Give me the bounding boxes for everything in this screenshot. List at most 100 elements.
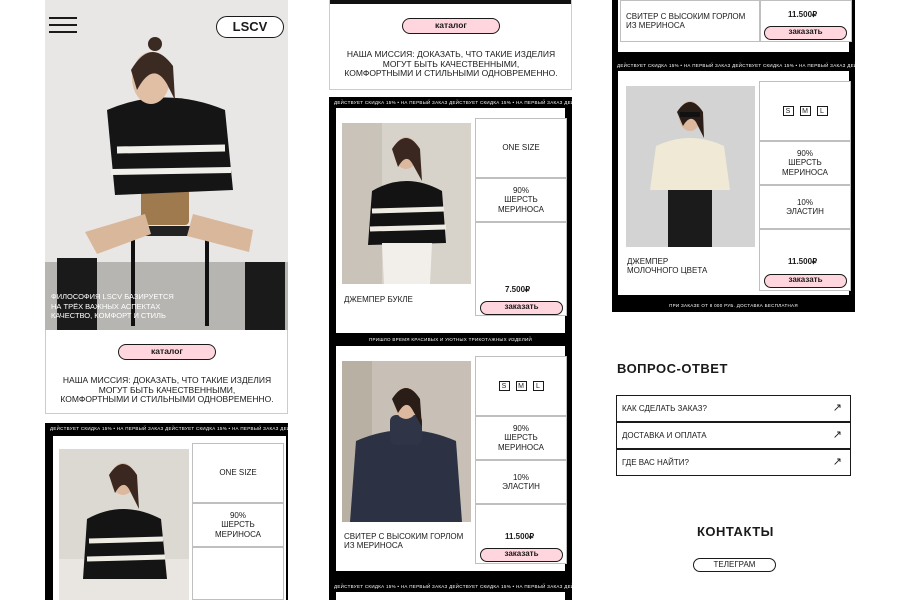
ticker-text: ДЕЙСТВУЕТ СКИДКА 15% • НА ПЕРВЫЙ ЗАКАЗ Д…	[334, 100, 572, 105]
composition-line: 90%	[796, 148, 813, 158]
hero-illustration	[45, 0, 288, 330]
wool-cell: 90% ШЕРСТЬ МЕРИНОСА	[759, 141, 851, 185]
composition-line: ЭЛАСТИН	[502, 482, 540, 491]
size-cell: ONE SIZE	[192, 443, 284, 503]
faq-item-location[interactable]: ГДЕ ВАС НАЙТИ? ↗	[616, 449, 851, 476]
composition-line: ШЕРСТЬ	[504, 195, 538, 205]
mission-line: КОМФОРТНЫМИ И СТИЛЬНЫМИ ОДНОВРЕМЕННО.	[344, 68, 558, 78]
empty-cell	[192, 547, 284, 600]
composition-line: 90%	[512, 423, 529, 433]
catalog-button[interactable]: каталог	[402, 18, 500, 34]
product-name-line: СВИТЕР С ВЫСОКИМ ГОРЛОМ	[626, 11, 746, 21]
product-photo-boucle	[59, 449, 189, 600]
product-name-line: ИЗ МЕРИНОСА	[344, 541, 403, 550]
sizes-cell: S M L	[475, 356, 567, 416]
logo[interactable]: LSCV	[216, 16, 284, 38]
order-button[interactable]: заказать	[480, 301, 563, 315]
composition-line: ШЕРСТЬ	[504, 433, 538, 443]
product-card-next	[336, 592, 565, 600]
hero-photo	[45, 0, 288, 330]
discount-ticker: ДЕЙСТВУЕТ СКИДКА 15% • НА ПЕРВЫЙ ЗАКАЗ Д…	[329, 581, 572, 592]
size-option-l[interactable]: L	[532, 381, 544, 391]
discount-ticker: ДЕЙСТВУЕТ СКИДКА 15% • НА ПЕРВЫЙ ЗАКАЗ Д…	[45, 423, 288, 434]
discount-ticker: ДЕЙСТВУЕТ СКИДКА 15% • НА ПЕРВЫЙ ЗАКАЗ Д…	[612, 60, 855, 71]
hero-caption-line: НА ТРЁХ ВАЖНЫХ АСПЕКТАХ	[51, 301, 161, 311]
composition-line: 10%	[796, 197, 813, 207]
size-option-m[interactable]: M	[799, 106, 811, 116]
size-option-s[interactable]: S	[782, 106, 794, 116]
faq-item-how-to-order[interactable]: КАК СДЕЛАТЬ ЗАКАЗ? ↗	[616, 395, 851, 422]
catalog-button[interactable]: каталог	[118, 344, 216, 360]
product-name-line: ИЗ МЕРИНОСА	[626, 21, 685, 30]
faq-title: ВОПРОС-ОТВЕТ	[617, 361, 728, 376]
size-option-l[interactable]: L	[816, 106, 828, 116]
product-name-line: СВИТЕР С ВЫСОКИМ ГОРЛОМ	[344, 532, 464, 541]
product-name: ДЖЕМПЕР БУКЛЕ	[344, 295, 413, 304]
contacts-title: КОНТАКТЫ	[697, 524, 774, 539]
boucle-illustration	[342, 123, 471, 284]
sizes-cell: S M L	[759, 81, 851, 141]
composition-line: МЕРИНОСА	[497, 204, 545, 214]
size-cell: ONE SIZE	[475, 118, 567, 178]
boucle-illustration	[59, 449, 189, 600]
hero-caption: ФИЛОСОФИЯ LSCV БАЗИРУЕТСЯ НА ТРЁХ ВАЖНЫХ…	[51, 292, 221, 321]
composition-line: МЕРИНОСА	[497, 442, 545, 452]
name-cell: СВИТЕР С ВЫСОКИМ ГОРЛОМ ИЗ МЕРИНОСА	[620, 0, 760, 42]
wool-cell: 90% ШЕРСТЬ МЕРИНОСА	[475, 416, 567, 460]
menu-icon[interactable]	[49, 17, 77, 33]
composition-line: 90%	[512, 185, 529, 195]
turtleneck-illustration	[342, 361, 471, 522]
column-home: LSCV ФИЛОСОФИЯ LSCV БАЗИРУЕТСЯ НА ТРЁХ В…	[45, 0, 288, 600]
faq-item-label: ГДЕ ВАС НАЙТИ?	[622, 458, 689, 467]
product-photo-milky	[626, 86, 755, 247]
product-name: СВИТЕР С ВЫСОКИМ ГОРЛОМ ИЗ МЕРИНОСА	[626, 12, 745, 31]
elastane-cell: 10% ЭЛАСТИН	[475, 460, 567, 504]
arrow-up-right-icon: ↗	[832, 429, 842, 441]
size-value: ONE SIZE	[502, 143, 540, 153]
column-catalog: каталог НАША МИССИЯ: ДОКАЗАТЬ, ЧТО ТАКИЕ…	[329, 0, 572, 600]
composition-line: ЭЛАСТИН	[786, 207, 824, 216]
size-option-m[interactable]: M	[515, 381, 527, 391]
column-info: СВИТЕР С ВЫСОКИМ ГОРЛОМ ИЗ МЕРИНОСА 11.5…	[612, 0, 855, 600]
size-option-s[interactable]: S	[498, 381, 510, 391]
size-value: ONE SIZE	[219, 468, 257, 478]
order-button[interactable]: заказать	[764, 274, 847, 288]
elastane-cell: 10% ЭЛАСТИН	[759, 185, 851, 229]
mission-line: КОМФОРТНЫМИ И СТИЛЬНЫМИ ОДНОВРЕМЕННО.	[60, 394, 274, 404]
product-price: 7.500₽	[505, 285, 531, 294]
composition-line: ШЕРСТЬ	[788, 158, 822, 168]
composition-cell: 90% ШЕРСТЬ МЕРИНОСА	[192, 503, 284, 547]
faq-item-delivery[interactable]: ДОСТАВКА И ОПЛАТА ↗	[616, 422, 851, 449]
product-name-line: ДЖЕМПЕР	[627, 257, 669, 266]
composition-line: МЕРИНОСА	[781, 167, 829, 177]
faq-item-label: ДОСТАВКА И ОПЛАТА	[622, 431, 707, 440]
composition-line: ШЕРСТЬ	[221, 520, 255, 530]
mission-text: НАША МИССИЯ: ДОКАЗАТЬ, ЧТО ТАКИЕ ИЗДЕЛИЯ…	[333, 49, 569, 79]
composition-cell: 90% ШЕРСТЬ МЕРИНОСА	[475, 178, 567, 222]
hero-caption-line: ФИЛОСОФИЯ LSCV БАЗИРУЕТСЯ	[51, 292, 174, 301]
product-name: СВИТЕР С ВЫСОКИМ ГОРЛОМ ИЗ МЕРИНОСА	[344, 532, 474, 550]
product-price: 11.500₽	[505, 532, 535, 541]
composition-line: 10%	[512, 472, 529, 482]
arrow-up-right-icon: ↗	[832, 402, 842, 414]
ticker-text: ДЕЙСТВУЕТ СКИДКА 15% • НА ПЕРВЫЙ ЗАКАЗ Д…	[334, 584, 572, 589]
order-button[interactable]: заказать	[480, 548, 563, 562]
order-button[interactable]: заказать	[764, 26, 847, 40]
ticker-text: ПРИ ЗАКАЗЕ ОТ 8 000 РУБ. ДОСТАВКА БЕСПЛА…	[669, 303, 798, 308]
product-name: ДЖЕМПЕР МОЛОЧНОГО ЦВЕТА	[627, 257, 757, 275]
product-price: 11.500₽	[788, 10, 818, 19]
ticker-text: ПРИШЛО ВРЕМЯ КРАСИВЫХ И УЮТНЫХ ТРИКОТАЖН…	[368, 337, 533, 342]
knit-ticker: ПРИШЛО ВРЕМЯ КРАСИВЫХ И УЮТНЫХ ТРИКОТАЖН…	[329, 334, 572, 345]
product-photo-turtleneck	[342, 361, 471, 522]
telegram-button[interactable]: ТЕЛЕГРАМ	[693, 558, 776, 572]
ticker-text: ДЕЙСТВУЕТ СКИДКА 15% • НА ПЕРВЫЙ ЗАКАЗ Д…	[50, 426, 288, 431]
product-price: 11.500₽	[788, 257, 818, 266]
discount-ticker: ДЕЙСТВУЕТ СКИДКА 15% • НА ПЕРВЫЙ ЗАКАЗ Д…	[329, 97, 572, 108]
ticker-text: ДЕЙСТВУЕТ СКИДКА 15% • НА ПЕРВЫЙ ЗАКАЗ Д…	[617, 63, 855, 68]
product-name-line: МОЛОЧНОГО ЦВЕТА	[627, 266, 708, 275]
hero-caption-line: КАЧЕСТВО, КОМФОРТ И СТИЛЬ	[51, 311, 166, 320]
arrow-up-right-icon: ↗	[832, 456, 842, 468]
delivery-ticker: ПРИ ЗАКАЗЕ ОТ 8 000 РУБ. ДОСТАВКА БЕСПЛА…	[612, 300, 855, 311]
mission-text: НАША МИССИЯ: ДОКАЗАТЬ, ЧТО ТАКИЕ ИЗДЕЛИЯ…	[49, 375, 285, 405]
milky-illustration	[626, 86, 755, 247]
